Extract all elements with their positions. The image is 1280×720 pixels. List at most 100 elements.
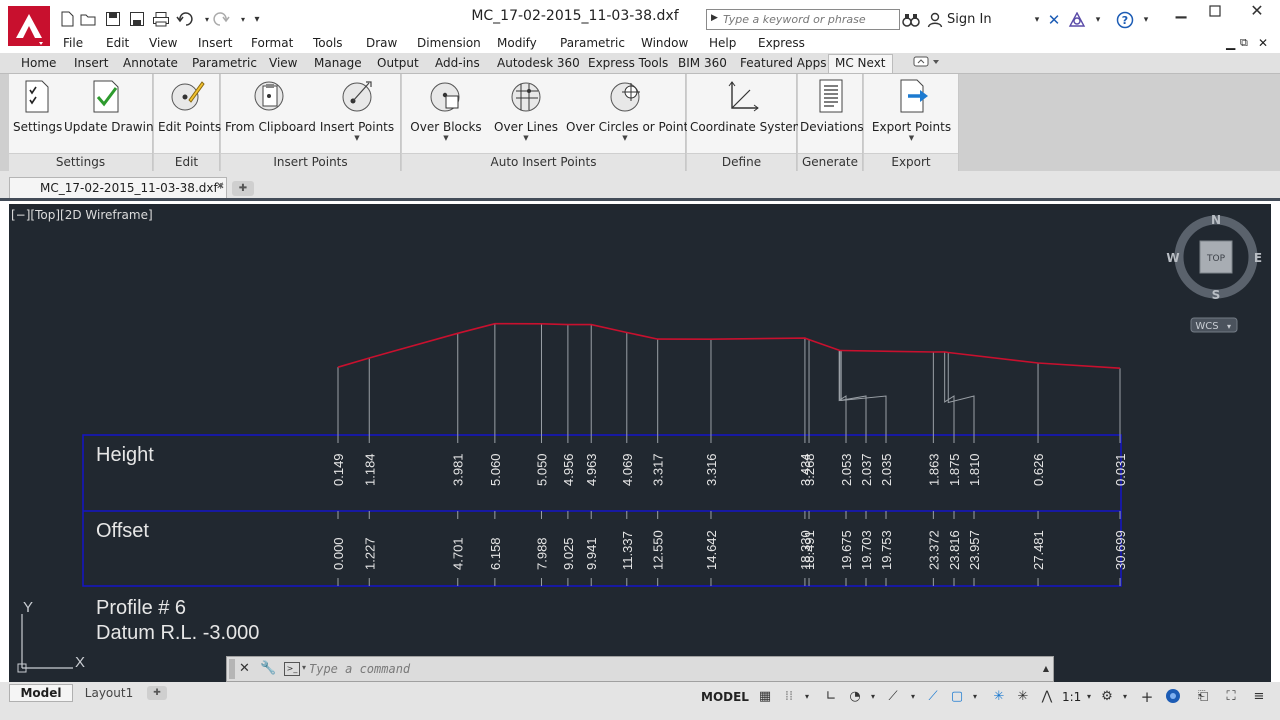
tab-bim-360[interactable]: BIM 360 [678, 56, 727, 70]
settings-button[interactable]: Settings [13, 78, 62, 134]
tab-home[interactable]: Home [21, 56, 56, 70]
export-points-button[interactable]: Export Points ▼ [870, 78, 953, 142]
wcs-menu[interactable]: WCS ▾ [1190, 317, 1238, 333]
ribbon-minimize-icon[interactable] [913, 56, 941, 71]
menu-modify[interactable]: Modify [497, 36, 537, 50]
tab-insert[interactable]: Insert [74, 56, 108, 70]
model-layout-tab[interactable]: Model [9, 684, 73, 702]
recent-commands-dropdown-icon[interactable]: ▾ [302, 663, 306, 672]
maximize-button[interactable] [1198, 0, 1232, 24]
menu-window[interactable]: Window [641, 36, 688, 50]
layout1-tab[interactable]: Layout1 [76, 684, 142, 702]
doc-restore-button[interactable]: ⧉ [1240, 36, 1248, 50]
sign-in-dropdown-icon[interactable]: ▾ [1028, 11, 1046, 29]
clean-screen-icon[interactable]: ⛶ [1222, 688, 1240, 706]
tab-featured-apps[interactable]: Featured Apps [740, 56, 826, 70]
doc-minimize-button[interactable]: ▁ [1226, 36, 1235, 50]
customization-menu-icon[interactable]: ≡ [1250, 688, 1268, 706]
command-history-icon[interactable]: ▲ [1043, 664, 1049, 673]
tab-annotate[interactable]: Annotate [123, 56, 178, 70]
binoculars-icon[interactable] [902, 11, 920, 29]
scale-dropdown-icon[interactable]: ▾ [1080, 688, 1098, 706]
polar-dropdown-icon[interactable]: ▾ [864, 688, 882, 706]
tab-autodesk-360[interactable]: Autodesk 360 [497, 56, 580, 70]
workspace-dropdown-icon[interactable]: ▾ [1116, 688, 1134, 706]
over-lines-button[interactable]: Over Lines ▼ [490, 78, 562, 142]
edit-points-button[interactable]: Edit Points [158, 78, 221, 134]
add-layout-button[interactable]: ✚ [147, 686, 167, 700]
tab-parametric[interactable]: Parametric [192, 56, 257, 70]
object-snap-dropdown-icon[interactable]: ▾ [966, 688, 984, 706]
grid-icon[interactable]: ▦ [756, 688, 774, 706]
autodesk360-icon[interactable] [1068, 11, 1086, 29]
menu-file[interactable]: File [63, 36, 83, 50]
help-icon[interactable]: ? [1116, 11, 1134, 29]
isodraft-dropdown-icon[interactable]: ▾ [904, 688, 922, 706]
sign-in-link[interactable]: Sign In [947, 12, 992, 27]
document-tab[interactable]: MC_17-02-2015_11-03-38.dxf* ✕ [9, 177, 227, 198]
tab-add-ins[interactable]: Add-ins [435, 56, 480, 70]
object-snap-tracking-icon[interactable]: ⟋ [924, 688, 942, 706]
menu-dimension[interactable]: Dimension [417, 36, 481, 50]
object-snap-icon[interactable]: ▢ [948, 688, 966, 706]
model-space-toggle[interactable]: MODEL [701, 690, 749, 704]
update-drawing-button[interactable]: Update Drawing [64, 78, 161, 134]
customize-quick-access-icon[interactable]: ▾ [248, 10, 266, 28]
insert-points-button[interactable]: Insert Points ▼ [319, 78, 395, 142]
save-as-icon[interactable] [128, 10, 146, 28]
over-lines-dropdown-icon[interactable]: ▼ [490, 134, 562, 142]
coordinate-system-button[interactable]: Coordinate System [690, 78, 804, 134]
over-blocks-button[interactable]: Over Blocks ▼ [410, 78, 482, 142]
undo-icon[interactable] [176, 10, 194, 28]
snap-dropdown-icon[interactable]: ▾ [798, 688, 816, 706]
tab-view[interactable]: View [269, 56, 297, 70]
command-close-icon[interactable]: ✕ [239, 661, 250, 676]
search-input[interactable]: ▶ Type a keyword or phrase [706, 9, 900, 30]
autodesk360-dropdown-icon[interactable]: ▾ [1089, 11, 1107, 29]
command-line-grip[interactable] [229, 659, 235, 679]
command-prompt-icon[interactable]: >_ [284, 662, 300, 676]
annotation-scale-value[interactable]: 1:1 [1062, 690, 1081, 704]
exchange-apps-icon[interactable]: ✕ [1045, 11, 1063, 29]
menu-parametric[interactable]: Parametric [560, 36, 625, 50]
drawing-canvas[interactable]: [−][Top][2D Wireframe] TOP N S E W WCS ▾… [9, 204, 1271, 682]
annotation-monitor-icon[interactable]: + [1138, 688, 1156, 706]
new-document-tab-button[interactable]: ✚ [232, 181, 254, 196]
from-clipboard-button[interactable]: From Clipboard [225, 78, 316, 134]
menu-draw[interactable]: Draw [366, 36, 397, 50]
tab-output[interactable]: Output [377, 56, 419, 70]
command-customize-icon[interactable]: 🔧 [260, 661, 276, 676]
save-icon[interactable] [104, 10, 122, 28]
new-file-icon[interactable] [58, 10, 76, 28]
isodraft-icon[interactable]: ⟋ [884, 688, 902, 706]
polar-tracking-icon[interactable]: ◔ [846, 688, 864, 706]
snap-mode-icon[interactable]: ⁞⁞ [780, 688, 798, 706]
doc-close-button[interactable]: ✕ [1258, 36, 1268, 50]
redo-icon[interactable] [212, 10, 230, 28]
isolate-objects-icon[interactable] [1164, 688, 1182, 706]
minimize-button[interactable]: ▁ [1164, 0, 1198, 24]
document-tab-close-icon[interactable]: ✕ [216, 181, 224, 192]
search-expand-icon[interactable]: ▶ [711, 13, 718, 23]
tab-mc-next[interactable]: MC Next [828, 54, 893, 73]
tab-manage[interactable]: Manage [314, 56, 362, 70]
plot-icon[interactable] [152, 10, 170, 28]
viewcube[interactable]: TOP N S E W [1166, 213, 1262, 302]
application-menu-button[interactable] [8, 6, 50, 50]
help-dropdown-icon[interactable]: ▾ [1137, 11, 1155, 29]
ortho-icon[interactable]: ∟ [822, 688, 840, 706]
menu-help[interactable]: Help [709, 36, 736, 50]
command-input[interactable]: Type a command [309, 662, 410, 676]
over-circles-button[interactable]: Over Circles or Points ▼ [566, 78, 695, 142]
menu-view[interactable]: View [149, 36, 177, 50]
insert-points-dropdown-icon[interactable]: ▼ [319, 134, 395, 142]
over-circles-dropdown-icon[interactable]: ▼ [566, 134, 684, 142]
open-file-icon[interactable] [80, 10, 98, 28]
auto-scale-icon[interactable]: ✳ [1014, 688, 1032, 706]
hardware-acceleration-icon[interactable]: ⎗ [1194, 688, 1212, 706]
menu-tools[interactable]: Tools [313, 36, 343, 50]
over-blocks-dropdown-icon[interactable]: ▼ [410, 134, 482, 142]
menu-edit[interactable]: Edit [106, 36, 129, 50]
close-button[interactable]: ✕ [1240, 0, 1274, 24]
annotation-visibility-icon[interactable]: ✳ [990, 688, 1008, 706]
